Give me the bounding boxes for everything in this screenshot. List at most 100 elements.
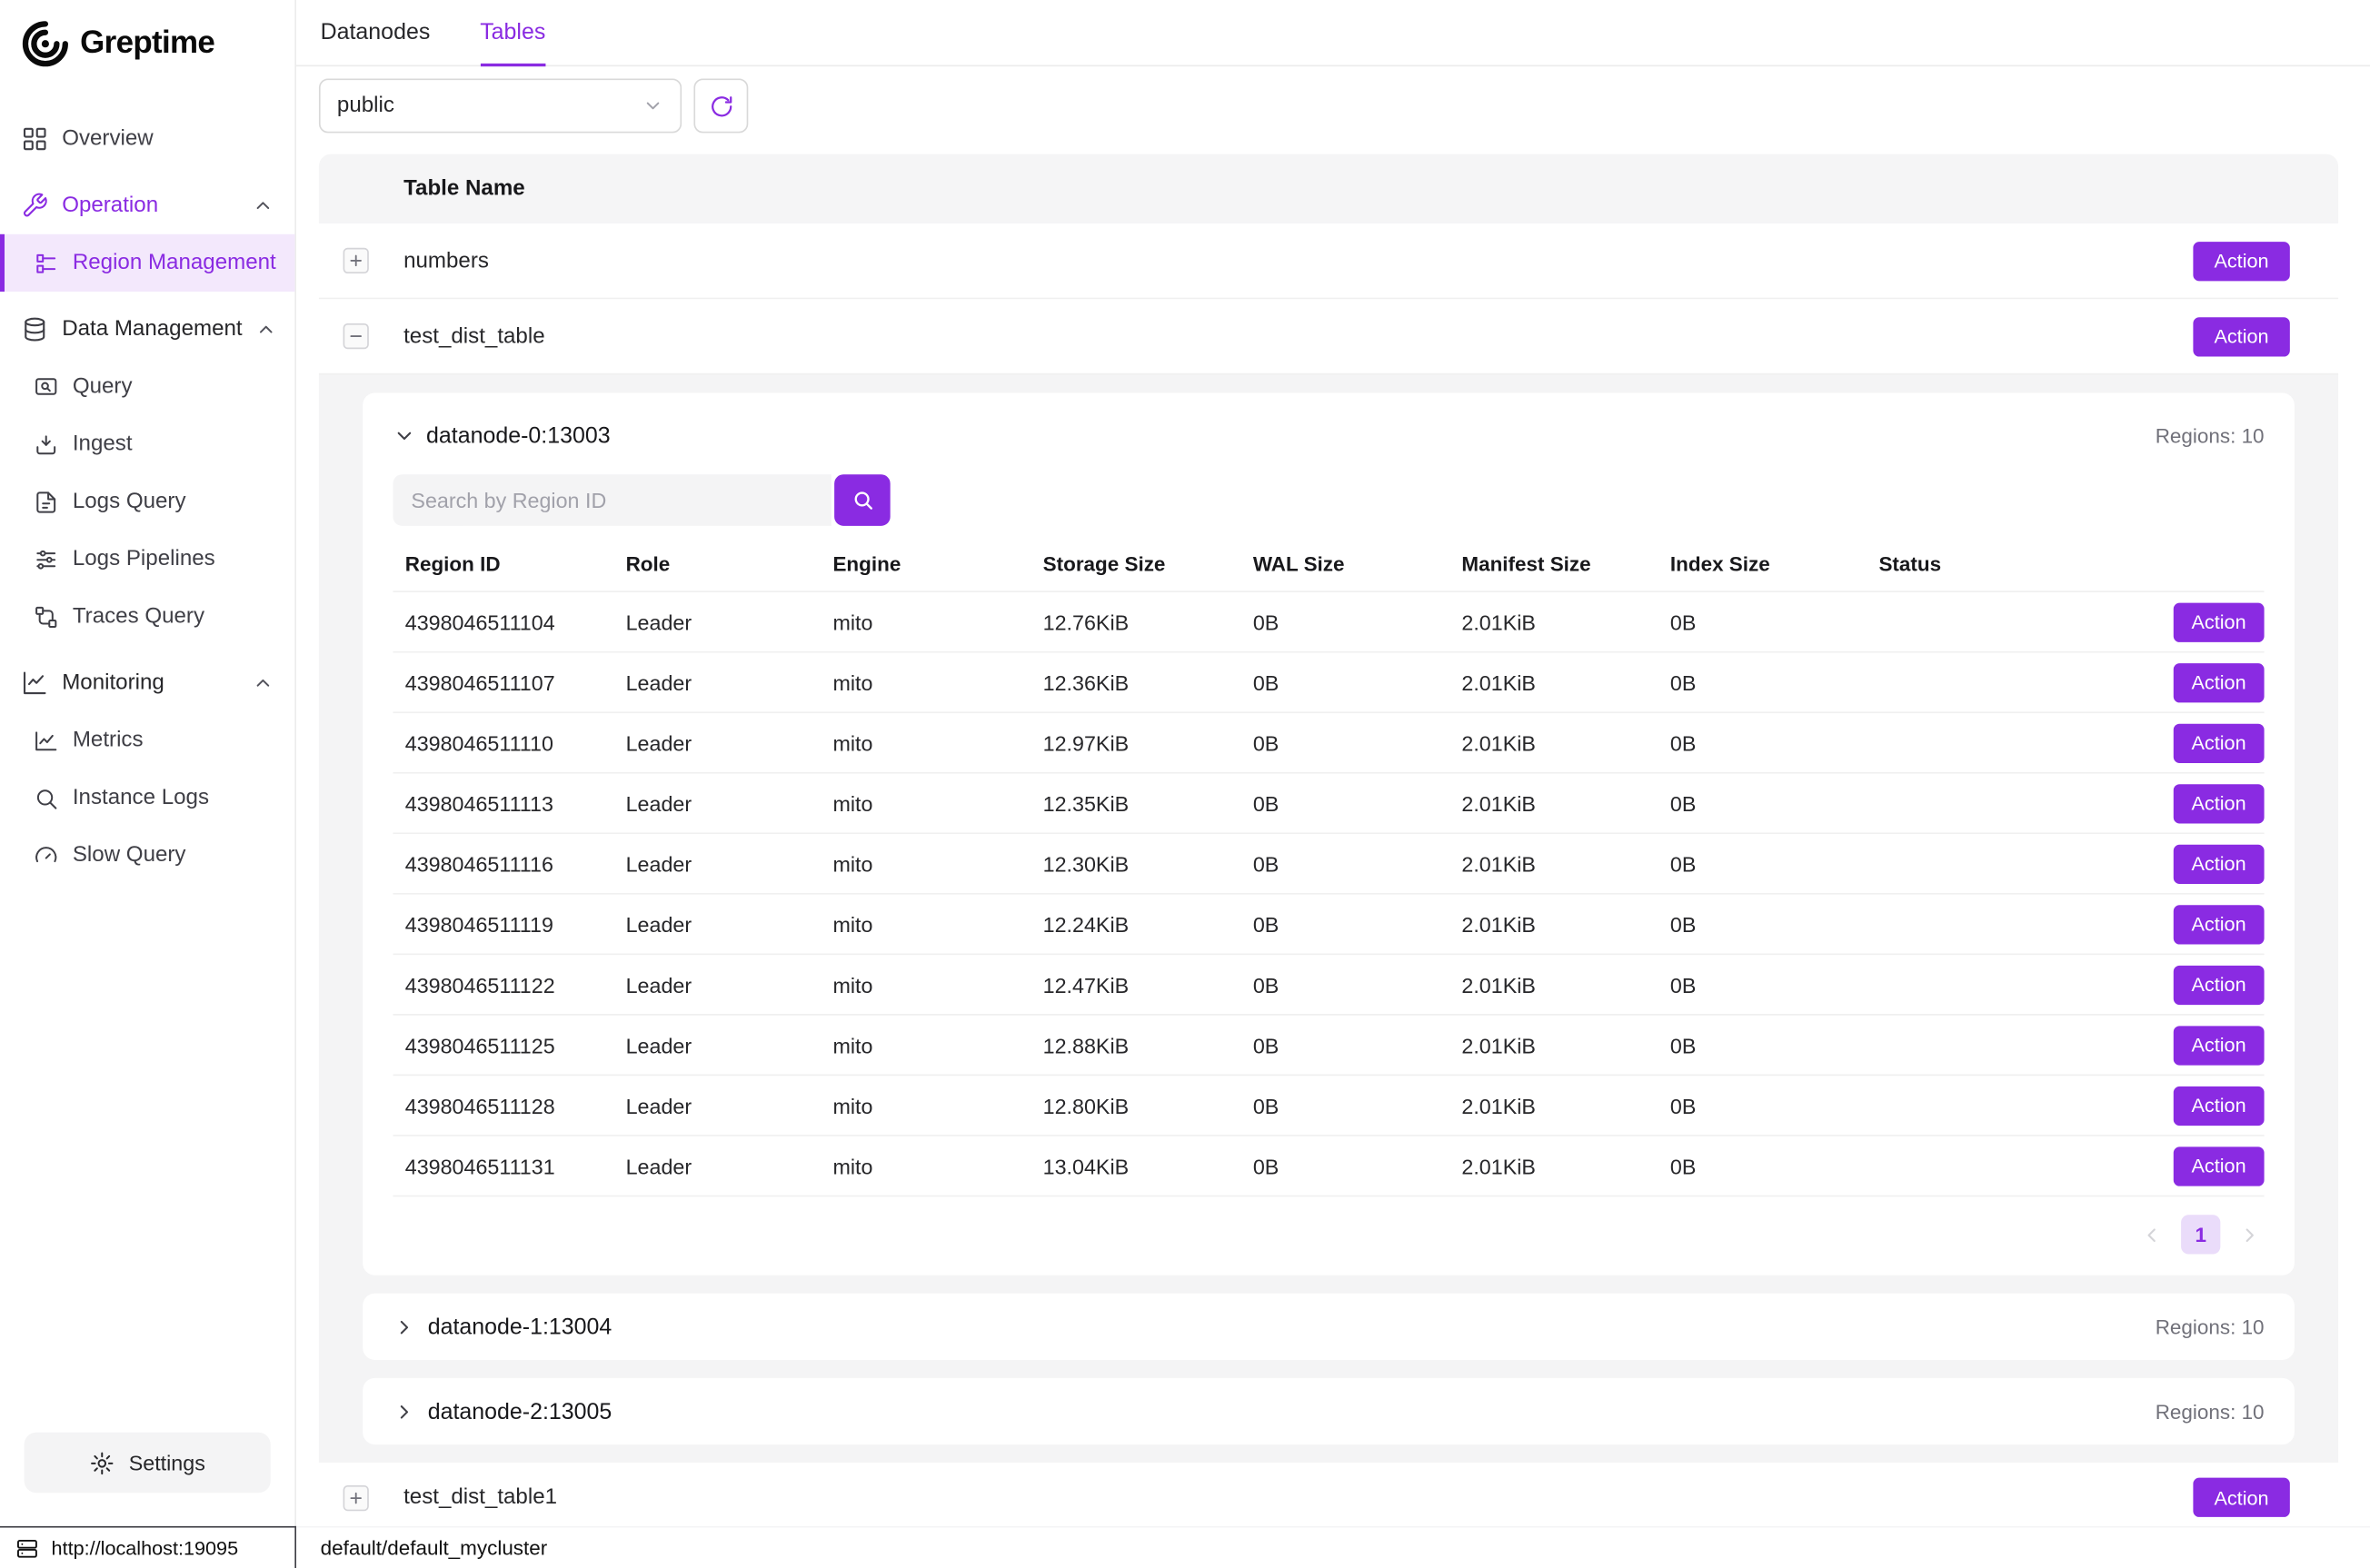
datanode-bar[interactable]: datanode-2:13005 Regions: 10 <box>363 1378 2295 1444</box>
engine-cell: mito <box>821 610 1031 634</box>
table-action-button[interactable]: Action <box>2193 1478 2290 1517</box>
region-action-button[interactable]: Action <box>2174 844 2265 883</box>
region-action-button[interactable]: Action <box>2174 904 2265 943</box>
sidebar-item-label: Logs Query <box>73 490 186 514</box>
sidebar-item-label: Operation <box>62 194 158 218</box>
chevron-down-icon[interactable] <box>393 424 415 447</box>
region-action-button[interactable]: Action <box>2174 965 2265 1004</box>
sidebar-item-logs-pipelines[interactable]: Logs Pipelines <box>0 531 294 588</box>
tab-tables[interactable]: Tables <box>480 0 545 65</box>
index-size-cell: 0B <box>1658 972 1867 997</box>
region-search-input[interactable] <box>393 474 831 526</box>
sidebar-item-data-management[interactable]: Data Management <box>0 301 294 358</box>
wal-size-cell: 0B <box>1241 851 1450 876</box>
expand-button[interactable] <box>344 248 369 273</box>
greptime-logo-icon <box>21 20 69 68</box>
traces-icon <box>34 603 59 629</box>
sidebar-item-instance-logs[interactable]: Instance Logs <box>0 769 294 827</box>
engine-cell: mito <box>821 670 1031 695</box>
region-table-row: 4398046511128 Leader mito 12.80KiB 0B 2.… <box>393 1076 2264 1136</box>
logo-text: Greptime <box>80 25 214 62</box>
table-name: test_dist_table1 <box>403 1485 557 1510</box>
endpoint-selector[interactable]: http://localhost:19095 <box>0 1526 296 1568</box>
status-bar: http://localhost:19095 default/default_m… <box>0 1526 2370 1568</box>
engine-cell: mito <box>821 1093 1031 1117</box>
expand-button[interactable] <box>344 1484 369 1510</box>
pagination-next-icon[interactable] <box>2238 1223 2261 1245</box>
region-table: Region ID Role Engine Storage Size WAL S… <box>393 538 2264 1263</box>
region-action-button[interactable]: Action <box>2174 602 2265 641</box>
region-table-row: 4398046511122 Leader mito 12.47KiB 0B 2.… <box>393 955 2264 1016</box>
chevron-up-icon <box>253 195 274 216</box>
sidebar-item-slow-query[interactable]: Slow Query <box>0 827 294 884</box>
tab-datanodes[interactable]: Datanodes <box>321 0 431 65</box>
region-action-button[interactable]: Action <box>2174 662 2265 701</box>
sidebar-item-traces-query[interactable]: Traces Query <box>0 588 294 645</box>
pagination-prev-icon[interactable] <box>2140 1223 2163 1245</box>
tables-page: public Table Name <box>296 66 2370 1526</box>
wal-size-cell: 0B <box>1241 730 1450 755</box>
engine-cell: mito <box>821 972 1031 997</box>
sidebar-item-operation[interactable]: Operation <box>0 177 294 234</box>
table-name: numbers <box>403 249 489 273</box>
manifest-size-cell: 2.01KiB <box>1449 1154 1658 1178</box>
search-button[interactable] <box>834 474 891 526</box>
refresh-icon <box>708 93 733 118</box>
region-table-row: 4398046511113 Leader mito 12.35KiB 0B 2.… <box>393 774 2264 835</box>
regions-count: Regions: 10 <box>2156 1315 2265 1338</box>
sidebar-item-region-management[interactable]: Region Management <box>0 234 294 292</box>
column-header: Manifest Size <box>1449 553 1658 576</box>
settings-button[interactable]: Settings <box>25 1433 271 1494</box>
refresh-button[interactable] <box>693 78 748 133</box>
role-cell: Leader <box>613 851 821 876</box>
pagination-page-1[interactable]: 1 <box>2181 1215 2220 1254</box>
pipelines-icon <box>34 546 59 571</box>
sidebar-item-label: Traces Query <box>73 604 204 629</box>
index-size-cell: 0B <box>1658 670 1867 695</box>
metrics-icon <box>34 728 59 753</box>
table-action-button[interactable]: Action <box>2193 241 2290 280</box>
server-icon <box>15 1536 40 1561</box>
region-action-button[interactable]: Action <box>2174 1086 2265 1125</box>
database-select[interactable]: public <box>319 78 682 133</box>
datanode-header[interactable]: datanode-0:13003 Regions: 10 <box>393 417 2264 453</box>
region-action-button[interactable]: Action <box>2174 783 2265 822</box>
region-id-cell: 4398046511125 <box>393 1033 613 1057</box>
chevron-right-icon <box>393 1315 415 1338</box>
sidebar-item-query[interactable]: Query <box>0 358 294 415</box>
overview-icon <box>21 125 48 153</box>
column-header: WAL Size <box>1241 553 1450 576</box>
regions-count: Regions: 10 <box>2156 424 2265 447</box>
datanode-name: datanode-0:13003 <box>426 422 611 448</box>
region-action-button[interactable]: Action <box>2174 1026 2265 1065</box>
datanode-name: datanode-2:13005 <box>428 1398 612 1424</box>
region-search <box>393 474 2264 526</box>
sidebar-item-label: Data Management <box>62 317 242 342</box>
storage-size-cell: 12.35KiB <box>1031 791 1240 816</box>
sidebar-item-metrics[interactable]: Metrics <box>0 711 294 769</box>
sidebar-item-monitoring[interactable]: Monitoring <box>0 654 294 711</box>
sidebar-item-label: Metrics <box>73 729 144 753</box>
region-management-icon <box>34 250 59 275</box>
collapse-button[interactable] <box>344 323 369 349</box>
region-action-button[interactable]: Action <box>2174 1146 2265 1186</box>
role-cell: Leader <box>613 791 821 816</box>
sidebar-item-logs-query[interactable]: Logs Query <box>0 473 294 531</box>
region-action-button[interactable]: Action <box>2174 723 2265 762</box>
role-cell: Leader <box>613 972 821 997</box>
table-action-button[interactable]: Action <box>2193 316 2290 355</box>
region-table-row: 4398046511104 Leader mito 12.76KiB 0B 2.… <box>393 592 2264 653</box>
app: Greptime Overview Operation <box>0 0 2370 1568</box>
table-row: test_dist_table Action <box>319 299 2338 374</box>
engine-cell: mito <box>821 730 1031 755</box>
sidebar-item-ingest[interactable]: Ingest <box>0 415 294 472</box>
wal-size-cell: 0B <box>1241 1093 1450 1117</box>
datanode-bar[interactable]: datanode-1:13004 Regions: 10 <box>363 1294 2295 1360</box>
sidebar-item-overview[interactable]: Overview <box>0 110 294 167</box>
index-size-cell: 0B <box>1658 851 1867 876</box>
endpoint-url: http://localhost:19095 <box>52 1537 239 1560</box>
sidebar-item-label: Region Management <box>73 251 276 275</box>
storage-size-cell: 12.80KiB <box>1031 1093 1240 1117</box>
role-cell: Leader <box>613 1154 821 1178</box>
column-header: Region ID <box>393 553 613 576</box>
